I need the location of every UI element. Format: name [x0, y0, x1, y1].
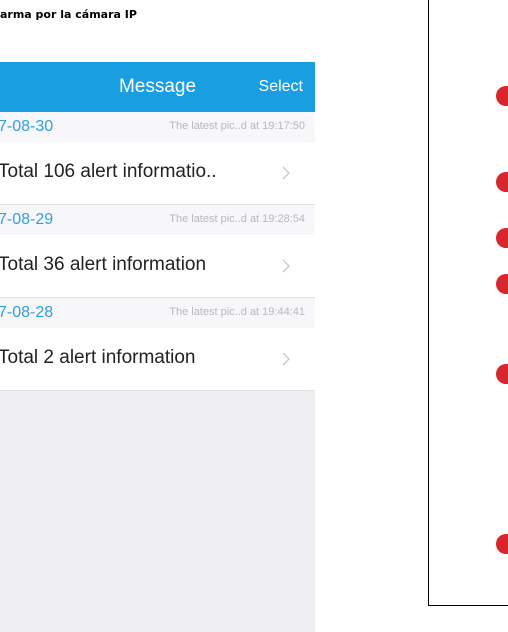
callout-marker	[496, 274, 508, 294]
chevron-right-icon	[282, 166, 290, 180]
alert-count-label: Total 106 alert informatio..	[0, 161, 217, 182]
group-date: 7-08-28	[0, 304, 54, 321]
date-header: 7-08-30 The latest pic..d at 19:17:50	[0, 112, 315, 142]
message-list: 7-08-30 The latest pic..d at 19:17:50 To…	[0, 112, 315, 391]
group-date: 7-08-30	[0, 118, 54, 135]
chevron-right-icon	[282, 352, 290, 366]
alert-count-label: Total 36 alert information	[0, 254, 207, 275]
nav-bar: Message Select	[0, 62, 315, 112]
chevron-right-icon	[282, 259, 290, 273]
callout-marker	[496, 172, 508, 192]
alert-group-item[interactable]: Total 2 alert information	[0, 328, 315, 391]
document-title: arma por la cámara IP	[0, 8, 137, 21]
group-date: 7-08-29	[0, 211, 54, 228]
alert-group-item[interactable]: Total 106 alert informatio..	[0, 142, 315, 205]
select-button[interactable]: Select	[259, 78, 303, 96]
annotation-panel	[428, 0, 508, 632]
date-header: 7-08-28 The latest pic..d at 19:44:41	[0, 298, 315, 328]
callout-marker	[496, 86, 508, 106]
latest-picture-time: The latest pic..d at 19:17:50	[169, 120, 305, 132]
callout-marker	[496, 534, 508, 554]
phone-screen: Message Select 7-08-30 The latest pic..d…	[0, 62, 315, 632]
latest-picture-time: The latest pic..d at 19:44:41	[169, 306, 305, 318]
alert-group-item[interactable]: Total 36 alert information	[0, 235, 315, 298]
callout-marker	[496, 364, 508, 384]
latest-picture-time: The latest pic..d at 19:28:54	[169, 213, 305, 225]
date-header: 7-08-29 The latest pic..d at 19:28:54	[0, 205, 315, 235]
alert-count-label: Total 2 alert information	[0, 347, 196, 368]
callout-marker	[496, 228, 508, 248]
